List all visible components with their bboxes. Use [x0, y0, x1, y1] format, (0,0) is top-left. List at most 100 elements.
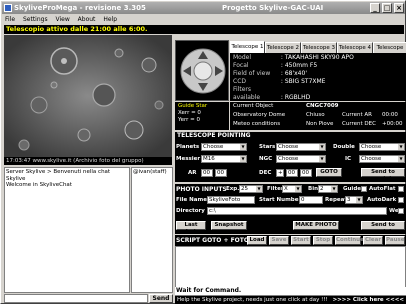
help-bar: Help the Skylive project, needs just one…	[175, 296, 406, 304]
tab-telescope-3[interactable]: Telescope 3	[301, 42, 337, 53]
ar-minutes-input[interactable]: 00	[215, 169, 227, 177]
script-stop-button[interactable]: Stop	[313, 236, 333, 245]
script-pause-button[interactable]: Pause	[385, 236, 405, 245]
chevron-down-icon: ▼	[240, 156, 246, 162]
make-photo-button[interactable]: MAKE PHOTO	[293, 221, 339, 230]
filename-input[interactable]: SkyliveFoto	[207, 196, 255, 204]
start-number-input[interactable]: 0	[299, 196, 323, 204]
chevron-down-icon: ▼	[398, 156, 404, 162]
chat-send-button[interactable]: Send	[149, 294, 173, 303]
planets-label: Planets	[176, 144, 200, 150]
autodark-label: AutoDark	[367, 197, 397, 203]
chevron-down-icon: ▼	[398, 144, 404, 150]
menu-settings[interactable]: Settings	[23, 16, 48, 23]
focal-value: 450mm F5	[284, 62, 318, 69]
moon-image	[4, 35, 172, 157]
model-value: TAKAHASHI SKY90 APO	[284, 54, 354, 61]
start-number-label: Start Number	[259, 197, 302, 203]
status-bar: Telescopio attivo dalle 21:00 alle 6:00.	[4, 25, 404, 34]
directory-input[interactable]: c:\	[207, 207, 387, 215]
menu-about[interactable]: About	[78, 16, 96, 23]
bin-select[interactable]: 2 ▼	[318, 185, 338, 193]
guide-star-title: Guide Star	[178, 103, 208, 109]
pointing-send-to-script-button[interactable]: Send to script	[361, 168, 405, 182]
help-text: Help the Skylive project, needs just one…	[177, 297, 328, 303]
stars-select[interactable]: Choose ▼	[276, 143, 326, 151]
tab-telescope-4[interactable]: Telescope 4	[337, 42, 373, 53]
chevron-down-icon: ▼	[256, 186, 262, 192]
chevron-down-icon: ▼	[356, 197, 362, 203]
exp-select[interactable]: 25 ▼	[239, 185, 263, 193]
filters-value: RGBLHD	[284, 94, 311, 101]
repeat-select[interactable]: 3 ▼	[345, 196, 363, 204]
double-label: Double	[333, 144, 355, 150]
center-button[interactable]	[193, 61, 213, 81]
menu-help[interactable]: Help	[103, 16, 117, 23]
guide-checkbox[interactable]	[361, 186, 367, 192]
ngc-select[interactable]: Choose ▼	[276, 155, 326, 163]
ar-label: AR	[188, 170, 197, 176]
dec-sign-input[interactable]: +	[276, 169, 284, 177]
chat-message: Welcome in SkyliveChat	[6, 182, 72, 188]
chat-user-list: @ivan(staff)	[131, 167, 173, 293]
model-label: Model	[233, 54, 252, 61]
dec-degrees-input[interactable]: 00	[286, 169, 298, 177]
tab-telescope-1[interactable]: Telescope 1	[230, 41, 265, 53]
last-photo-button[interactable]: Last photo	[176, 221, 206, 235]
chevron-down-icon: ▼	[295, 186, 301, 192]
dome-label: Observatory Dome	[233, 112, 286, 118]
double-select[interactable]: Choose ▼	[359, 143, 405, 151]
snapshot-button[interactable]: Snapshot	[211, 221, 247, 230]
chat-input[interactable]	[4, 294, 148, 303]
meteo-label: Meteo conditions	[233, 121, 281, 127]
chevron-down-icon: ▼	[240, 144, 246, 150]
planets-select[interactable]: Choose ▼	[201, 143, 247, 151]
dec-minutes-input[interactable]: 00	[300, 169, 312, 177]
web-checkbox[interactable]	[398, 208, 404, 214]
telescope-image: 17:03:47 www.skylive.it (Archivio foto d…	[4, 35, 172, 165]
chevron-down-icon: ▼	[331, 186, 337, 192]
window-title: SkyliveProMega - revisione 3.305	[14, 4, 146, 12]
exp-label: Exp.	[226, 186, 240, 192]
bin-label: Bin	[308, 186, 318, 192]
messier-select[interactable]: M16 ▼	[201, 155, 247, 163]
autoflat-checkbox[interactable]	[398, 186, 404, 192]
script-save-button[interactable]: Save	[269, 236, 289, 245]
guide-star-panel: Guide Star Xerr = 0 Yerr = 0	[175, 102, 229, 130]
filter-value: X	[284, 186, 288, 192]
maximize-button[interactable]: □	[382, 3, 392, 13]
ic-select[interactable]: Choose ▼	[359, 155, 405, 163]
window-title-center: Progetto Skylive-GAC-UAI	[222, 4, 324, 12]
stars-value: Choose	[278, 144, 299, 150]
photo-header: PHOTO INPUTS	[176, 186, 227, 193]
directory-label: Directory	[176, 208, 205, 214]
guide-star-xerr: Xerr = 0	[178, 110, 201, 116]
script-load-button[interactable]: Load	[247, 236, 267, 245]
direction-pad	[175, 40, 229, 101]
fov-value: 68'x40'	[284, 70, 307, 77]
guide-label: Guide	[343, 186, 361, 192]
focal-label: Focal	[233, 62, 249, 69]
goto-button[interactable]: GOTO	[316, 168, 342, 177]
help-link[interactable]: >>>> Click here <<<<	[333, 296, 404, 304]
telescope-info: Model : TAKAHASHI SKY90 APO Focal : 450m…	[230, 53, 406, 101]
chat-user[interactable]: @ivan(staff)	[133, 169, 171, 175]
menu-view[interactable]: View	[56, 16, 70, 23]
autodark-checkbox[interactable]	[398, 197, 404, 203]
guide-star-yerr: Yerr = 0	[178, 117, 201, 123]
tab-telescope-5[interactable]: Telescope 5	[373, 42, 406, 61]
script-start-button[interactable]: Start	[291, 236, 311, 245]
photo-send-to-script-button[interactable]: Send to script	[361, 221, 405, 235]
minimize-button[interactable]: _	[370, 3, 380, 13]
close-button[interactable]: ×	[394, 3, 404, 13]
tab-telescope-2[interactable]: Telescope 2	[265, 42, 301, 53]
menu-file[interactable]: File	[5, 16, 15, 23]
script-continue-button[interactable]: Continue	[335, 236, 364, 245]
script-clear-button[interactable]: Clear	[363, 236, 383, 245]
ar-hours-input[interactable]: 00	[201, 169, 213, 177]
meteo-value: Non Piove	[306, 121, 334, 127]
autoflat-label: AutoFlat	[369, 186, 396, 192]
title-bar: SkyliveProMega - revisione 3.305 Progett…	[2, 2, 405, 14]
ngc-value: Choose	[278, 156, 299, 162]
filter-select[interactable]: X ▼	[282, 185, 302, 193]
